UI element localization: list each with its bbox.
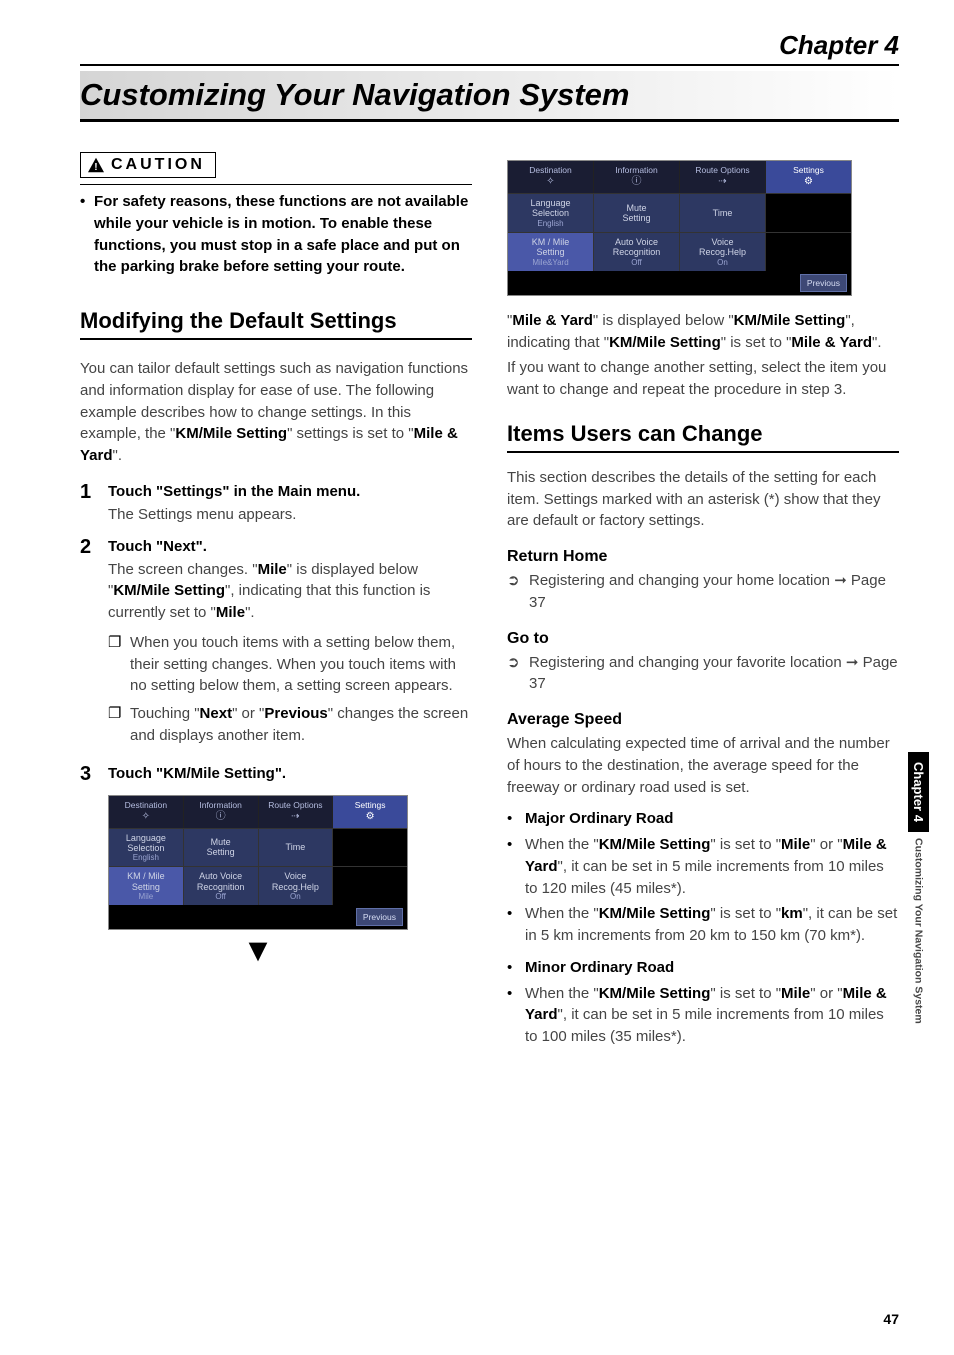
section-items-intro: This section describes the details of th…: [507, 467, 899, 532]
avg-speed-heading: Average Speed: [507, 711, 899, 729]
goto-heading: Go to: [507, 630, 899, 648]
ss-cell-mute: MuteSetting: [594, 194, 680, 232]
step-2-text: The screen changes. "Mile" is displayed …: [108, 559, 472, 624]
ss-tab-settings: Settings⚙: [766, 161, 851, 193]
avg-minor-1: •When the "KM/Mile Setting" is set to "M…: [507, 983, 899, 1048]
section-modifying-intro: You can tailor default settings such as …: [80, 358, 472, 467]
ss-tab-settings: Settings⚙: [333, 796, 407, 828]
settings-screenshot-mile-yard: Destination✧ Informationⓘ Route Options⇢…: [507, 160, 852, 296]
ss-cell-language: LanguageSelectionEnglish: [508, 194, 594, 232]
ss-cell-voice-help: VoiceRecog.HelpOn: [680, 233, 766, 271]
step-3: 3 Touch "KM/Mile Setting".: [80, 763, 472, 785]
result-text: "Mile & Yard" is displayed below "KM/Mil…: [507, 310, 899, 354]
page-title: Customizing Your Navigation System: [80, 77, 899, 113]
ss-cell-language: LanguageSelectionEnglish: [109, 829, 184, 867]
caution-label: CAUTION: [111, 156, 205, 174]
ss-previous-button: Previous: [356, 908, 403, 926]
step-2-title: Touch "Next".: [108, 536, 472, 557]
ss-cell-time: Time: [680, 194, 766, 232]
avg-minor-title: •Minor Ordinary Road: [507, 957, 899, 979]
ss-tab-information: Informationⓘ: [594, 161, 680, 193]
ss-cell-km-mile: KM / MileSettingMile&Yard: [508, 233, 594, 271]
goto-ref: ➲Registering and changing your favorite …: [507, 652, 899, 696]
ss-tab-destination: Destination✧: [109, 796, 184, 828]
warning-icon: !: [87, 157, 105, 173]
step-1: 1 Touch "Settings" in the Main menu. The…: [80, 481, 472, 526]
step-2-sub-2: ❐ Touching "Next" or "Previous" changes …: [108, 703, 472, 747]
ss-tab-destination: Destination✧: [508, 161, 594, 193]
arrow-down-icon: [108, 938, 408, 971]
step-1-text: The Settings menu appears.: [108, 504, 472, 526]
ss-tab-route-options: Route Options⇢: [259, 796, 334, 828]
ss-cell-empty: [333, 829, 407, 867]
side-tab: Chapter 4 Customizing Your Navigation Sy…: [908, 752, 929, 1024]
ss-cell-empty: [766, 233, 851, 271]
step-1-num: 1: [80, 481, 98, 526]
avg-speed-intro: When calculating expected time of arriva…: [507, 733, 899, 798]
step-2-num: 2: [80, 536, 98, 753]
ss-cell-km-mile: KM / MileSettingMile: [109, 867, 184, 905]
svg-text:!: !: [94, 162, 97, 173]
chapter-header: Chapter 4: [80, 30, 899, 66]
avg-major-title: •Major Ordinary Road: [507, 808, 899, 830]
settings-screenshot-mile: Destination✧ Informationⓘ Route Options⇢…: [108, 795, 408, 931]
step-3-num: 3: [80, 763, 98, 785]
ss-tab-information: Informationⓘ: [184, 796, 259, 828]
ss-cell-empty: [766, 194, 851, 232]
ss-cell-auto-voice: Auto VoiceRecognitionOff: [184, 867, 259, 905]
ss-tab-route-options: Route Options⇢: [680, 161, 766, 193]
ss-cell-time: Time: [259, 829, 334, 867]
side-tab-chapter: Chapter 4: [908, 752, 929, 832]
step-2: 2 Touch "Next". The screen changes. "Mil…: [80, 536, 472, 753]
title-band: Customizing Your Navigation System: [80, 71, 899, 122]
ss-previous-button: Previous: [800, 274, 847, 292]
avg-major-1: •When the "KM/Mile Setting" is set to "M…: [507, 834, 899, 899]
ss-cell-mute: MuteSetting: [184, 829, 259, 867]
ss-cell-empty: [333, 867, 407, 905]
caution-label-box: ! CAUTION: [80, 152, 216, 178]
ss-cell-auto-voice: Auto VoiceRecognitionOff: [594, 233, 680, 271]
step-1-title: Touch "Settings" in the Main menu.: [108, 481, 472, 502]
step-3-title: Touch "KM/Mile Setting".: [108, 763, 472, 784]
side-tab-title: Customizing Your Navigation System: [910, 832, 928, 1024]
return-home-ref: ➲Registering and changing your home loca…: [507, 570, 899, 614]
result-after: If you want to change another setting, s…: [507, 357, 899, 401]
caution-body: For safety reasons, these functions are …: [80, 191, 472, 278]
page-number: 47: [883, 1311, 899, 1327]
ss-cell-voice-help: VoiceRecog.HelpOn: [259, 867, 334, 905]
step-2-sub-1: ❐ When you touch items with a setting be…: [108, 632, 472, 697]
section-modifying-heading: Modifying the Default Settings: [80, 308, 472, 340]
caution-rule: [80, 184, 472, 185]
return-home-heading: Return Home: [507, 548, 899, 566]
avg-major-2: •When the "KM/Mile Setting" is set to "k…: [507, 903, 899, 947]
section-items-heading: Items Users can Change: [507, 421, 899, 453]
